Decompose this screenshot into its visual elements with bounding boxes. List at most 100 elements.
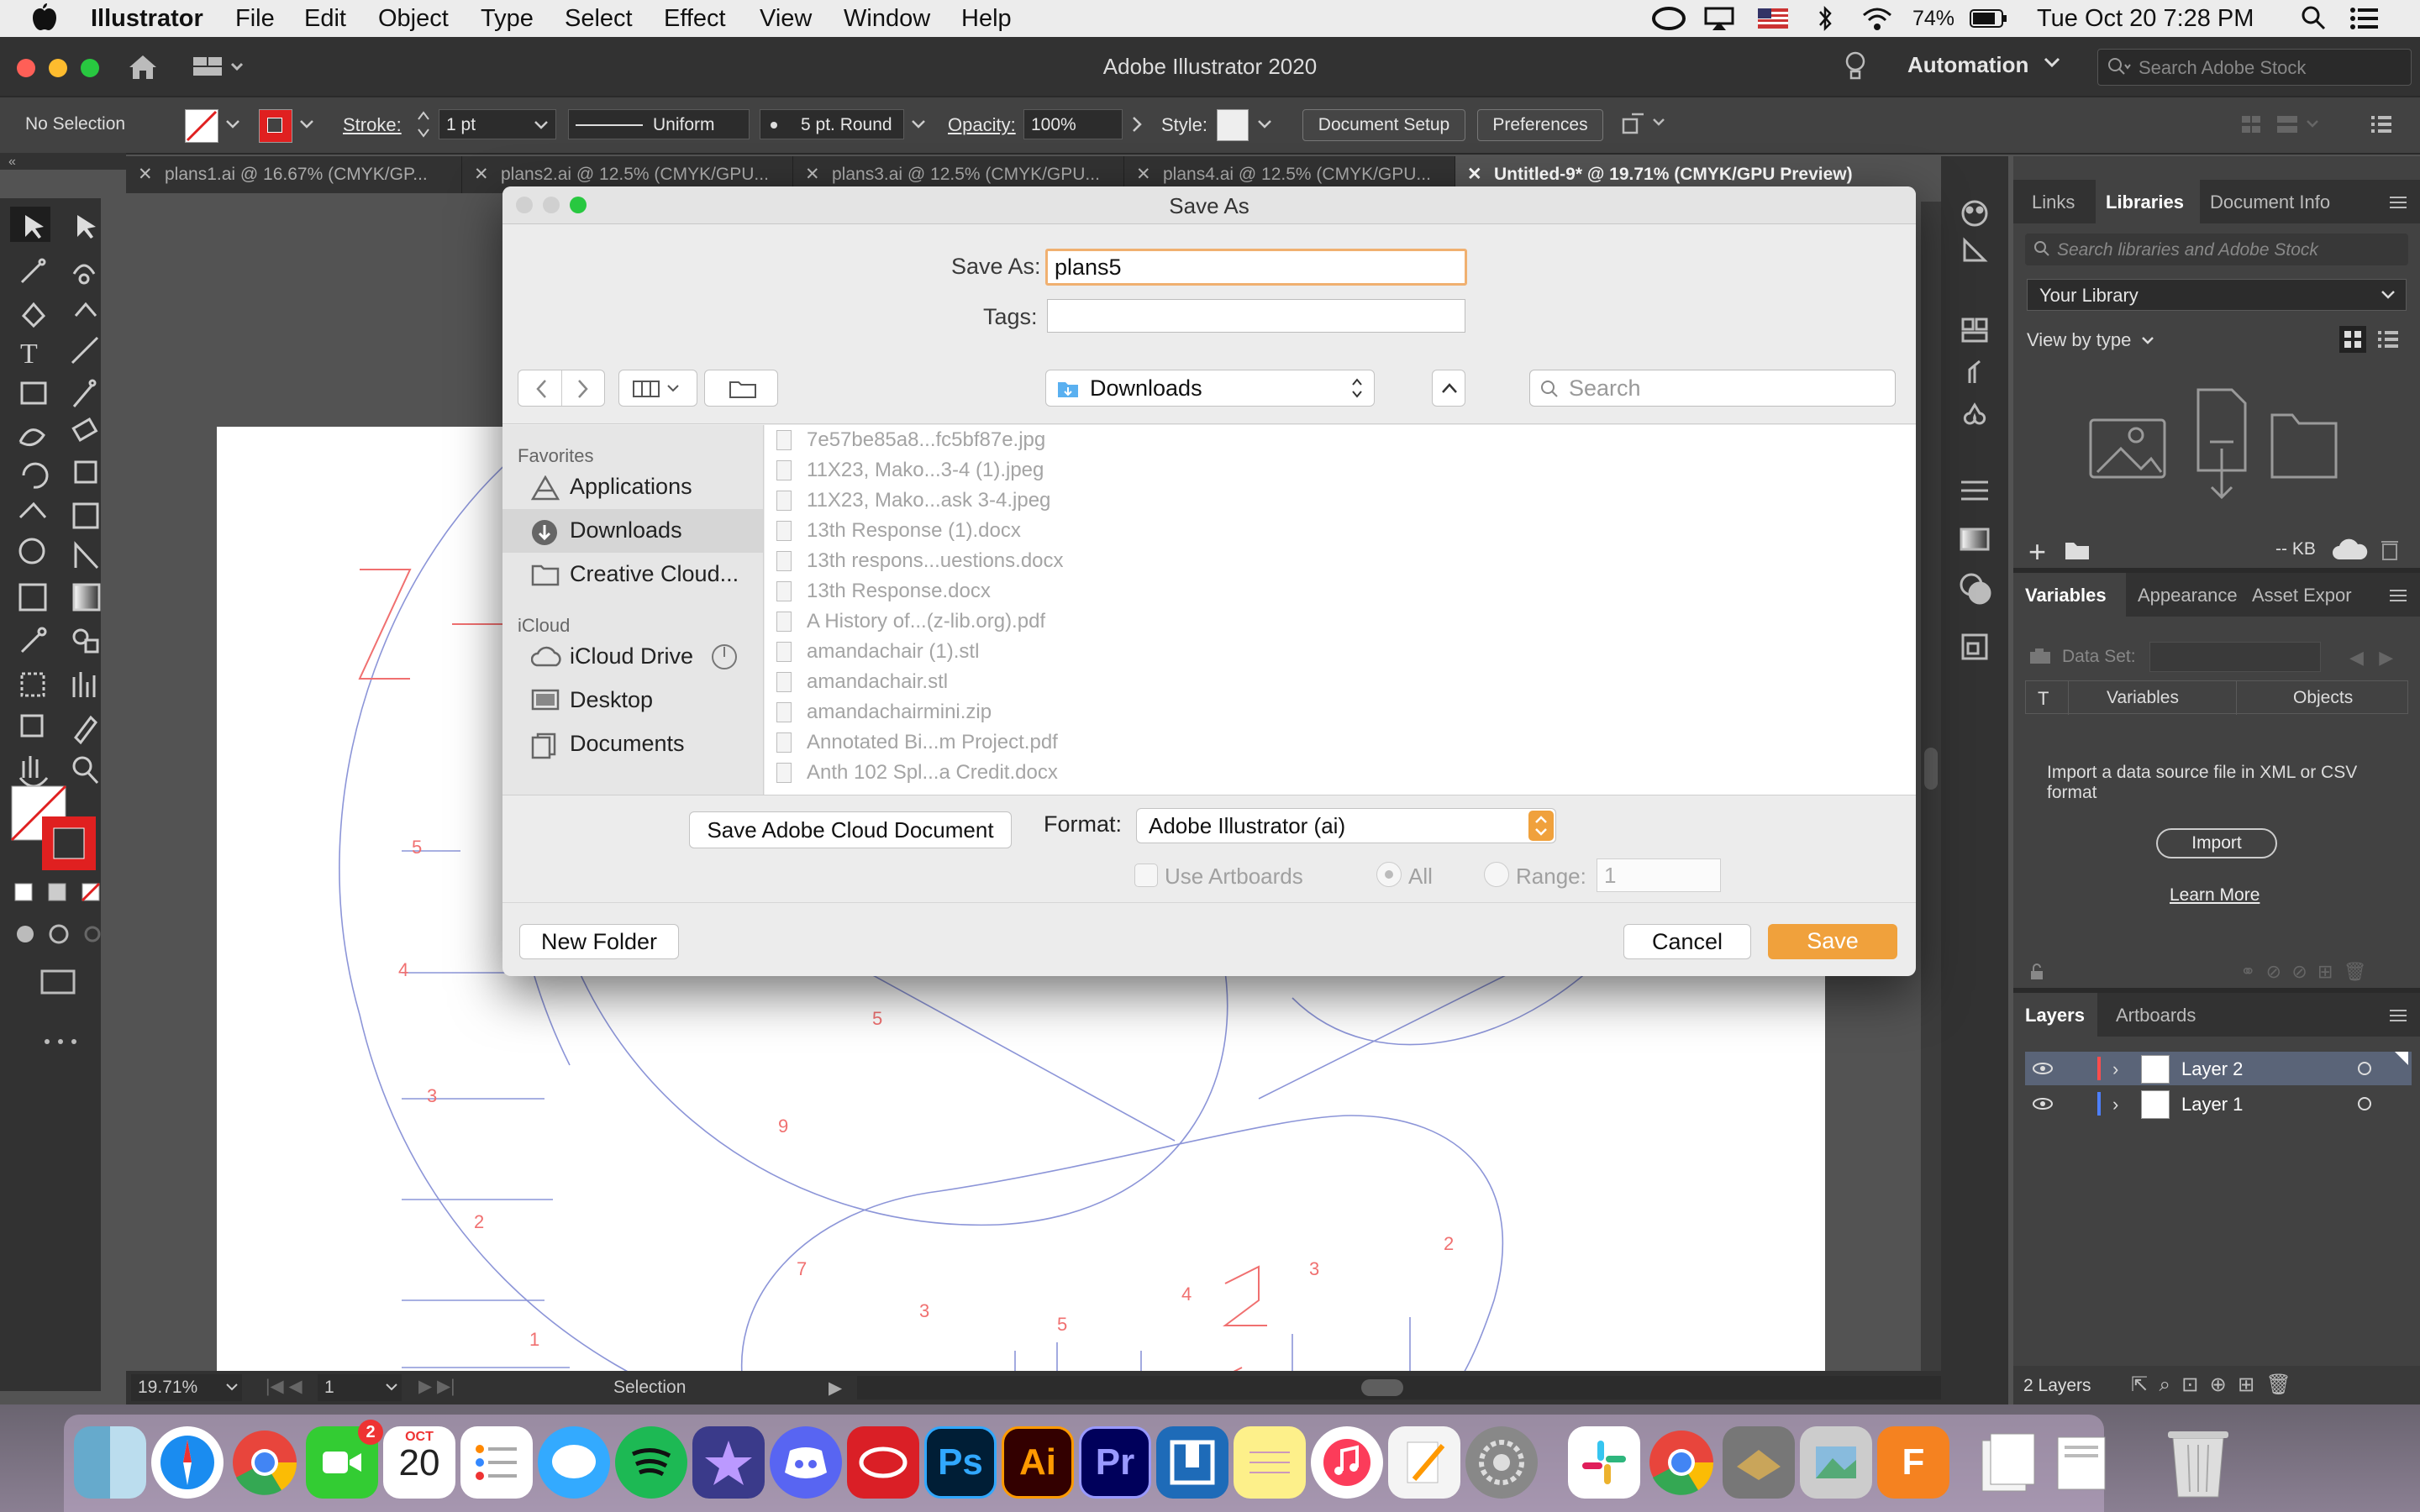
fill-swatch[interactable]: [185, 109, 218, 143]
sidebar-item-applications[interactable]: Applications: [502, 465, 763, 509]
workspace-switcher[interactable]: Automation: [1907, 52, 2028, 78]
adobe-creative-cloud-icon[interactable]: [847, 1426, 919, 1499]
panel-menu-icon[interactable]: [2388, 1008, 2408, 1023]
spotify-icon[interactable]: [615, 1426, 687, 1499]
tab-plans1[interactable]: ✕ plans1.ai @ 16.67% (CMYK/GP...: [126, 156, 462, 193]
artboard-number-field[interactable]: 1: [318, 1374, 402, 1401]
sidebar-item-downloads[interactable]: Downloads: [502, 509, 763, 553]
preview-icon[interactable]: [1800, 1426, 1872, 1499]
variable-width-profile[interactable]: Uniform: [568, 109, 776, 139]
trash-icon[interactable]: [2380, 538, 2400, 561]
filename-input[interactable]: plans5: [1045, 249, 1467, 286]
dataset-select[interactable]: [2149, 642, 2321, 672]
spotlight-icon[interactable]: [2301, 5, 2326, 30]
lightbulb-icon[interactable]: [1844, 50, 1867, 82]
discord-icon[interactable]: [770, 1426, 842, 1499]
sidebar-item-icloud-drive[interactable]: iCloud Drive: [502, 635, 763, 679]
finder-icon[interactable]: [74, 1426, 146, 1499]
tab-libraries-active[interactable]: Libraries: [2096, 180, 2200, 223]
slack-icon[interactable]: [1568, 1426, 1640, 1499]
grid-view-icon[interactable]: [2339, 326, 2366, 353]
stroke-stepper-icon[interactable]: [415, 108, 432, 141]
finder-search-input[interactable]: Search: [1529, 370, 1896, 407]
library-search-input[interactable]: Search libraries and Adobe Stock: [2025, 234, 2408, 265]
cancel-button[interactable]: Cancel: [1623, 924, 1751, 959]
panel-menu-icon[interactable]: [2388, 588, 2408, 603]
trash-dock-icon[interactable]: [2165, 1425, 2232, 1500]
opacity-label[interactable]: Opacity:: [948, 114, 1016, 136]
library-select[interactable]: Your Library: [2027, 279, 2407, 311]
illustrator-icon[interactable]: Ai: [1002, 1426, 1074, 1499]
battery-icon[interactable]: [1970, 8, 2008, 29]
all-radio[interactable]: [1376, 862, 1402, 887]
control-bar-menu-icon[interactable]: [2370, 114, 2393, 134]
first-artboard-icon[interactable]: |◀ ◀: [266, 1376, 302, 1397]
layer-expand-icon[interactable]: ›: [2112, 1094, 2118, 1116]
opacity-input[interactable]: 100%: [1023, 109, 1123, 139]
location-popup[interactable]: Downloads: [1045, 370, 1375, 407]
variables-footer-icons[interactable]: ⚭ ⊘ ⊘ ⊞ 🗑: [2240, 961, 2367, 983]
bluetooth-icon[interactable]: [1817, 5, 1833, 32]
archive-utility-icon[interactable]: [1723, 1426, 1795, 1499]
menu-view[interactable]: View: [760, 5, 812, 33]
stroke-label[interactable]: Stroke:: [343, 114, 402, 136]
workspace-chevron-icon[interactable]: [2044, 57, 2060, 69]
downloads-stack-icon[interactable]: [2049, 1426, 2121, 1499]
chrome-icon[interactable]: [1645, 1426, 1718, 1499]
save-cloud-document-button[interactable]: Save Adobe Cloud Document: [689, 811, 1012, 848]
tab-artboards[interactable]: Artboards: [2116, 1005, 2196, 1026]
menu-select[interactable]: Select: [565, 5, 633, 33]
airplay-icon[interactable]: [1704, 7, 1734, 30]
apple-icon[interactable]: [32, 3, 57, 32]
align-icon[interactable]: [2240, 113, 2324, 136]
layer-name[interactable]: Layer 1: [2181, 1094, 2243, 1116]
toolbar-collapse-strip[interactable]: «: [0, 153, 126, 170]
lock-icon[interactable]: [2028, 963, 2045, 981]
panel-menu-icon[interactable]: [2388, 195, 2408, 210]
target-circle-icon[interactable]: [2356, 1060, 2373, 1077]
tab-layers-active[interactable]: Layers: [2013, 993, 2097, 1037]
add-element-icon[interactable]: +: [2028, 534, 2046, 570]
brush-chevron-icon[interactable]: [911, 119, 926, 129]
list-view-icon[interactable]: [2376, 329, 2400, 349]
tab-appearance[interactable]: Appearance: [2138, 585, 2238, 606]
pages-icon[interactable]: [1388, 1426, 1460, 1499]
tab-asset-export[interactable]: Asset Expor: [2252, 585, 2352, 606]
style-chevron-icon[interactable]: [1257, 119, 1272, 129]
vertical-scrollbar[interactable]: [1921, 202, 1941, 1371]
calendar-icon[interactable]: OCT 20: [383, 1426, 455, 1499]
visibility-eye-icon[interactable]: [2032, 1097, 2054, 1110]
imovie-icon[interactable]: [692, 1426, 765, 1499]
menu-window[interactable]: Window: [844, 5, 930, 33]
tab-document-info[interactable]: Document Info: [2210, 192, 2330, 213]
notes-icon[interactable]: [1234, 1426, 1306, 1499]
variables-column-header[interactable]: Variables: [2107, 688, 2179, 708]
layer-name[interactable]: Layer 2: [2181, 1058, 2243, 1080]
menu-help[interactable]: Help: [961, 5, 1012, 33]
new-folder-icon-button[interactable]: [704, 370, 778, 407]
layer-row-layer-1[interactable]: › Layer 1: [2025, 1087, 2412, 1121]
close-icon[interactable]: ✕: [138, 156, 153, 193]
save-button[interactable]: Save: [1768, 924, 1897, 959]
stroke-dropdown-icon[interactable]: [299, 119, 314, 129]
photoshop-icon[interactable]: Ps: [924, 1426, 997, 1499]
stroke-swatch[interactable]: [259, 109, 292, 143]
sidebar-item-desktop[interactable]: Desktop: [502, 679, 763, 722]
visibility-eye-icon[interactable]: [2032, 1062, 2054, 1075]
sidebar-item-documents[interactable]: Documents: [502, 722, 763, 766]
premiere-icon[interactable]: Pr: [1079, 1426, 1151, 1499]
menu-effect[interactable]: Effect: [664, 5, 726, 33]
status-menu-arrow-icon[interactable]: ▶: [829, 1378, 842, 1399]
tags-input[interactable]: [1047, 299, 1465, 333]
close-icon[interactable]: ✕: [474, 156, 489, 193]
forward-icon[interactable]: [577, 379, 589, 399]
range-radio[interactable]: [1484, 862, 1509, 887]
opacity-arrow-icon[interactable]: [1131, 116, 1143, 133]
control-center-icon[interactable]: [2349, 7, 2380, 30]
use-artboards-checkbox[interactable]: [1134, 864, 1158, 887]
horizontal-scrollbar[interactable]: [857, 1376, 1941, 1399]
import-button[interactable]: Import: [2156, 828, 2277, 858]
menu-edit[interactable]: Edit: [304, 5, 346, 33]
music-icon[interactable]: [1311, 1426, 1383, 1499]
tab-variables-active[interactable]: Variables: [2013, 573, 2126, 617]
